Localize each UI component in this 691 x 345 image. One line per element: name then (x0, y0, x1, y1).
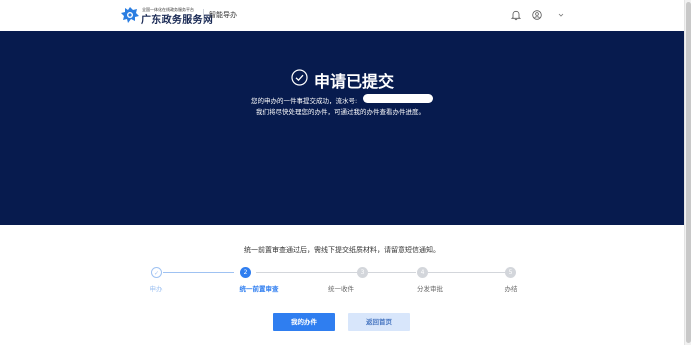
step-connector (256, 272, 357, 273)
progress-hint-text: 我们将尽快处理您的办件，可通过我的办件查看办件进度。 (256, 108, 425, 116)
step-3-circle: 3 (357, 267, 368, 278)
serial-number-redacted (363, 94, 433, 103)
sms-notice: 统一前置审查通过后，需线下提交纸质材料，请留意短信通知。 (244, 246, 440, 254)
logo-icon[interactable] (120, 6, 140, 24)
page: 全国一体化在线政务服务平台 广东政务服务网 智能导办 申请已提交 您的申办的一件… (0, 0, 691, 345)
success-banner: 申请已提交 您的申办的一件事提交成功，流水号: 我们将尽快处理您的办件，可通过我… (0, 31, 684, 225)
step-connector (163, 272, 234, 273)
user-icon[interactable] (531, 9, 543, 21)
step-5-circle: 5 (505, 267, 516, 278)
step-4-label: 分发审批 (417, 285, 443, 293)
step-2-circle: 2 (240, 267, 251, 278)
step-4-circle: 4 (417, 267, 428, 278)
step-connector (368, 272, 416, 273)
brand-divider (203, 9, 204, 23)
check-circle-icon (291, 69, 308, 86)
module-title[interactable]: 智能导办 (209, 10, 237, 20)
scrollbar[interactable] (684, 0, 691, 345)
chevron-down-icon[interactable] (555, 9, 567, 21)
progress-steps: ✓ 2 3 4 5 申办 统一前置审查 统一收件 分发审批 办结 (0, 262, 684, 296)
my-applications-button[interactable]: 我的办件 (273, 313, 335, 331)
success-title: 申请已提交 (314, 72, 395, 91)
step-connector (428, 272, 505, 273)
top-header: 全国一体化在线政务服务平台 广东政务服务网 智能导办 (0, 0, 684, 31)
step-5-label: 办结 (504, 285, 518, 293)
bell-icon[interactable] (510, 9, 522, 21)
back-home-button[interactable]: 返回首页 (348, 313, 410, 331)
step-1-label: 申办 (149, 285, 163, 293)
step-3-label: 统一收件 (328, 285, 354, 293)
serial-number-text: 您的申办的一件事提交成功，流水号: (251, 97, 358, 105)
step-1-circle: ✓ (151, 267, 162, 278)
step-2-label: 统一前置审查 (239, 285, 279, 293)
scrollbar-thumb[interactable] (686, 2, 691, 343)
